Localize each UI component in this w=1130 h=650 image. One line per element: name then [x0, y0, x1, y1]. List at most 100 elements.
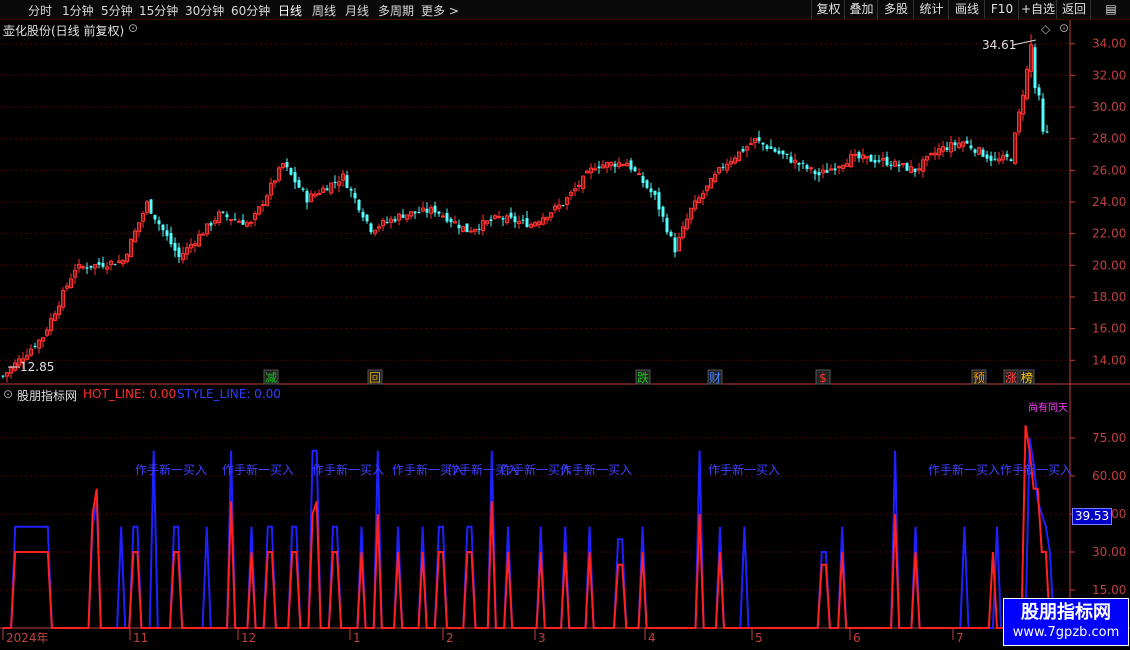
price-tick-label: 32.00: [1092, 68, 1126, 82]
candle-body: [385, 222, 389, 224]
signal-annotation: 作手新一买入: [560, 462, 632, 477]
candle-body: [901, 163, 905, 166]
candle-body: [457, 224, 461, 229]
signal-annotation: 作手新一买入: [1000, 462, 1072, 477]
candle-body: [525, 218, 529, 227]
time-axis-label: 4: [648, 631, 656, 645]
candle-body: [353, 192, 357, 199]
candle-body: [721, 166, 725, 168]
price-tick-label: 14.00: [1092, 353, 1126, 367]
candle-body: [777, 150, 781, 154]
time-axis-label: 12: [241, 631, 256, 645]
hot-line-series: [3, 425, 1054, 629]
stock-chart-app: 分时 1分钟 5分钟 15分钟 30分钟 60分钟 日线 周线 月线 多周期 更…: [0, 0, 1130, 650]
candle-body: [817, 172, 821, 176]
candle-body: [233, 219, 237, 221]
candle-body: [869, 154, 873, 162]
main-chart-title: 壶化股份(日线 前复权): [3, 24, 125, 38]
candle-body: [81, 266, 85, 269]
candle-body: [577, 184, 581, 187]
hot-line-legend: HOT_LINE: 0.00: [83, 387, 177, 401]
candle-body: [825, 170, 829, 173]
indicator-name: 股朋指标网: [17, 389, 78, 403]
candle-body: [757, 137, 761, 142]
candle-body: [885, 156, 889, 166]
candle-body: [993, 158, 997, 160]
price-tick-label: 16.00: [1092, 322, 1126, 336]
candle-body: [837, 166, 841, 169]
candle-body: [401, 214, 405, 218]
candle-body: [85, 267, 89, 269]
price-tick-label: 18.00: [1092, 290, 1126, 304]
candle-body: [201, 233, 205, 236]
candle-body: [621, 163, 625, 166]
price-tick-label: 20.00: [1092, 258, 1126, 272]
candle-body: [97, 262, 101, 265]
candle-body: [221, 211, 225, 213]
candle-body: [1009, 159, 1013, 162]
watermark-url: www.7gpzb.com: [1012, 625, 1120, 640]
candle-body: [873, 159, 877, 163]
signal-annotation: 作手新一买入: [928, 462, 1000, 477]
candle-body: [989, 155, 993, 161]
candle-body: [945, 147, 949, 151]
price-tick-label: 24.00: [1092, 195, 1126, 209]
candle-body: [809, 167, 813, 170]
diamond-icon[interactable]: ◇: [1041, 22, 1050, 36]
candle-body: [229, 219, 233, 222]
candle-body: [441, 215, 445, 218]
high-price-label: 34.61: [982, 38, 1017, 52]
time-axis-label: 3: [538, 631, 546, 645]
signal-annotation: 作手新一买入: [222, 462, 294, 477]
price-tick-label: 26.00: [1092, 163, 1126, 177]
candle-body: [417, 212, 421, 214]
candle-body: [613, 163, 617, 167]
signal-annotation: 作手新一买入: [135, 462, 207, 477]
candle-body: [469, 230, 473, 233]
candle-body: [773, 148, 777, 152]
candle-body: [349, 188, 353, 191]
indicator-tick-label: 15.00: [1092, 583, 1126, 597]
style-line-legend: STYLE_LINE: 0.00: [177, 387, 281, 401]
candle-body: [1041, 98, 1045, 132]
candle-body: [661, 206, 665, 217]
indicator-tick-label: 75.00: [1092, 431, 1126, 445]
candle-body: [561, 205, 565, 207]
event-marker-4: $: [819, 371, 827, 385]
candle-body: [765, 145, 769, 149]
candle-body: [497, 215, 501, 218]
candle-body: [981, 149, 985, 157]
candle-body: [645, 180, 649, 188]
event-marker-2: 跌: [637, 370, 649, 385]
candle-body: [1045, 131, 1049, 133]
candle-body: [153, 214, 157, 220]
candle-body: [437, 211, 441, 214]
candle-body: [173, 242, 177, 251]
candle-body: [749, 143, 753, 146]
price-tick-label: 34.00: [1092, 37, 1126, 51]
candle-body: [785, 153, 789, 156]
candle-body: [973, 149, 977, 153]
time-axis-label: 2: [446, 631, 454, 645]
indicator-menu-icon[interactable]: ⊙: [3, 387, 13, 401]
candle-body: [1033, 47, 1037, 89]
candle-body: [597, 166, 601, 169]
candle-body: [513, 216, 517, 223]
candle-body: [305, 190, 309, 203]
candle-body: [325, 188, 329, 191]
candle-body: [165, 230, 169, 236]
candle-body: [289, 167, 293, 175]
indicator-tick-label: 60.00: [1092, 469, 1126, 483]
signal-annotation: 作手新一买入: [312, 462, 384, 477]
candle-body: [913, 168, 917, 172]
chart-canvas: 14.00 16.00 18.00 20.00 22.00 24.00 26.00 28.00…: [0, 20, 1130, 645]
candle-body: [413, 211, 417, 214]
candle-body: [781, 150, 785, 155]
chevron-down-icon[interactable]: ⊙: [128, 21, 138, 35]
candle-body: [969, 145, 973, 149]
candle-body: [797, 162, 801, 165]
candle-body: [317, 192, 321, 195]
price-tick-label: 28.00: [1092, 132, 1126, 146]
candle-body: [293, 172, 297, 183]
settings-icon[interactable]: ⊙: [1059, 21, 1069, 35]
